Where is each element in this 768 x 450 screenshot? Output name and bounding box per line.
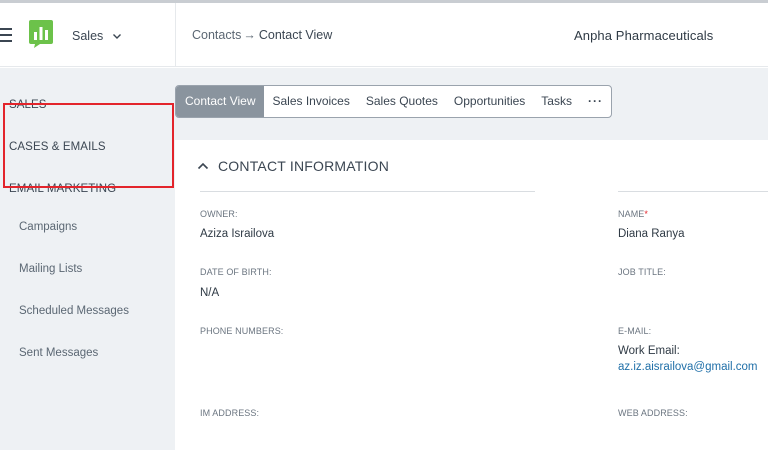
dob-label: DATE OF BIRTH: bbox=[200, 267, 272, 277]
sales-app-logo-icon[interactable] bbox=[28, 18, 54, 48]
highlight-annotation-box bbox=[3, 103, 174, 188]
sidebar-item-scheduled-messages[interactable]: Scheduled Messages bbox=[19, 305, 129, 317]
breadcrumb-arrow-icon: → bbox=[243, 28, 256, 42]
owner-value: Aziza Israilova bbox=[200, 228, 275, 240]
tab-opportunities[interactable]: Opportunities bbox=[446, 86, 533, 117]
breadcrumb: Contacts → Contact View bbox=[192, 28, 332, 42]
sidebar-item-campaigns[interactable]: Campaigns bbox=[19, 221, 77, 233]
chevron-up-icon bbox=[197, 162, 209, 170]
tab-sales-invoices[interactable]: Sales Invoices bbox=[264, 86, 357, 117]
sidebar-item-sent-messages[interactable]: Sent Messages bbox=[19, 347, 98, 359]
owner-label: OWNER: bbox=[200, 209, 238, 219]
app-switcher-dropdown[interactable]: Sales bbox=[72, 29, 122, 43]
breadcrumb-current: Contact View bbox=[258, 28, 333, 42]
email-label: E-MAIL: bbox=[618, 326, 652, 336]
header-divider bbox=[175, 3, 176, 67]
app-name: Sales bbox=[72, 29, 104, 43]
required-mark: * bbox=[644, 209, 649, 219]
record-tabs: Contact View Sales Invoices Sales Quotes… bbox=[175, 85, 612, 118]
sidebar-item-mailing-lists[interactable]: Mailing Lists bbox=[19, 263, 82, 275]
tab-tasks[interactable]: Tasks bbox=[533, 86, 580, 117]
chevron-down-icon bbox=[113, 34, 122, 39]
section-title: CONTACT INFORMATION bbox=[218, 158, 390, 174]
name-label: NAME* bbox=[618, 209, 648, 219]
hamburger-menu-icon[interactable] bbox=[0, 28, 12, 42]
web-address-label: WEB ADDRESS: bbox=[618, 408, 688, 418]
tab-contact-view[interactable]: Contact View bbox=[176, 86, 265, 117]
name-value: Diana Ranya bbox=[618, 228, 685, 240]
phone-numbers-label: PHONE NUMBERS: bbox=[200, 326, 284, 336]
tab-sales-quotes[interactable]: Sales Quotes bbox=[358, 86, 446, 117]
dob-value: N/A bbox=[200, 287, 220, 299]
main-content: Contact View Sales Invoices Sales Quotes… bbox=[175, 68, 768, 450]
section-header-contact-information[interactable]: CONTACT INFORMATION bbox=[197, 158, 389, 174]
section-divider-left bbox=[200, 191, 535, 192]
company-name: Anpha Pharmaceuticals bbox=[574, 28, 714, 43]
section-divider-right bbox=[618, 191, 768, 192]
breadcrumb-contacts-link[interactable]: Contacts bbox=[192, 28, 241, 42]
work-email-link[interactable]: az.iz.aisrailova@gmail.com bbox=[618, 361, 758, 373]
name-label-text: NAME bbox=[618, 209, 645, 219]
contact-information-panel: CONTACT INFORMATION OWNER: Aziza Israilo… bbox=[175, 140, 768, 450]
top-header: Sales Contacts → Contact View Anpha Phar… bbox=[0, 3, 768, 67]
work-email-label: Work Email: bbox=[618, 345, 680, 357]
im-address-label: IM ADDRESS: bbox=[200, 408, 260, 418]
job-title-label: JOB TITLE: bbox=[618, 267, 666, 277]
more-tabs-icon[interactable]: ··· bbox=[580, 86, 611, 117]
